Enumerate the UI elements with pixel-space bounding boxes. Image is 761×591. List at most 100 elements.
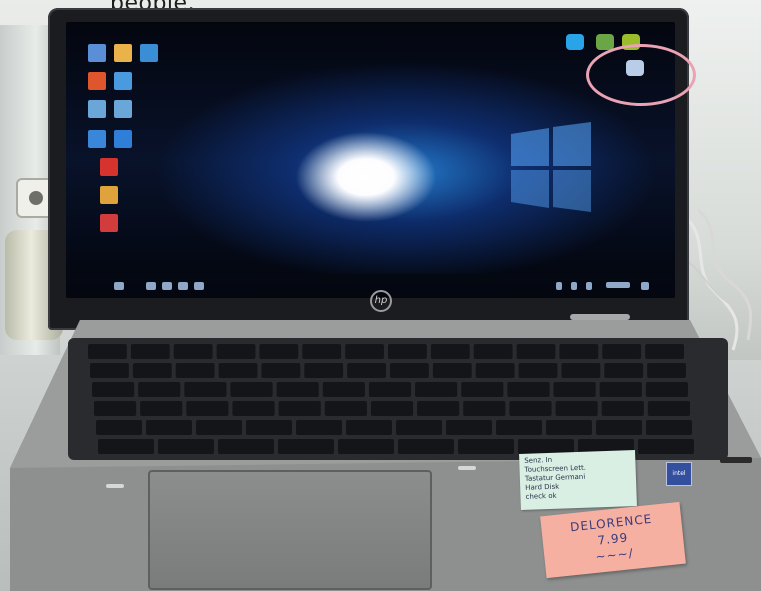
keyboard-key bbox=[347, 363, 386, 378]
search-icon[interactable] bbox=[146, 282, 156, 290]
keyboard-key bbox=[518, 363, 558, 378]
keyboard-key bbox=[555, 401, 598, 416]
keyboard-key bbox=[230, 382, 273, 397]
keyboard-key bbox=[475, 363, 515, 378]
network-icon[interactable] bbox=[571, 282, 577, 290]
keyboard-key bbox=[647, 401, 690, 416]
keyboard-key bbox=[175, 363, 215, 378]
keyboard-key bbox=[218, 439, 274, 454]
keyboard-key bbox=[196, 420, 242, 435]
keyboard-key bbox=[417, 401, 460, 416]
keyboard-key bbox=[645, 382, 688, 397]
keyboard-key bbox=[396, 420, 442, 435]
keyboard-key bbox=[216, 344, 256, 359]
folder-icon[interactable] bbox=[114, 44, 132, 62]
keyboard-key bbox=[261, 363, 301, 378]
keyboard-key bbox=[602, 344, 642, 359]
highlight-circle bbox=[586, 44, 696, 106]
keyboard-key bbox=[388, 344, 427, 359]
keyboard-key bbox=[296, 420, 342, 435]
status-led bbox=[458, 466, 476, 470]
keyboard-key bbox=[146, 420, 192, 435]
start-icon[interactable] bbox=[114, 282, 124, 290]
app-icon[interactable] bbox=[114, 72, 132, 90]
app-icon[interactable] bbox=[114, 100, 132, 118]
card-slot bbox=[720, 457, 752, 463]
keyboard-key bbox=[646, 420, 692, 435]
edge-icon[interactable] bbox=[114, 130, 132, 148]
keyboard-key bbox=[415, 382, 458, 397]
chrome-icon[interactable] bbox=[100, 186, 118, 204]
app-icon[interactable] bbox=[100, 214, 118, 232]
folder-icon[interactable] bbox=[194, 282, 204, 290]
keyboard-key bbox=[276, 382, 319, 397]
keyboard-key bbox=[446, 420, 492, 435]
keyboard-key bbox=[345, 344, 384, 359]
keyboard-key bbox=[473, 344, 513, 359]
keyboard-key bbox=[259, 344, 299, 359]
keyboard-key bbox=[601, 401, 644, 416]
tray-up-icon[interactable] bbox=[556, 282, 562, 290]
keyboard-key bbox=[278, 439, 334, 454]
keyboard-key bbox=[546, 420, 592, 435]
keyboard-key bbox=[430, 344, 470, 359]
keyboard-key bbox=[322, 382, 365, 397]
keyboard-key bbox=[398, 439, 454, 454]
keyboard-key bbox=[302, 344, 342, 359]
edge-icon[interactable] bbox=[178, 282, 188, 290]
keyboard-key bbox=[599, 382, 642, 397]
keyboard-key bbox=[304, 363, 344, 378]
keyboard-key bbox=[88, 344, 127, 359]
keyboard-key bbox=[173, 344, 213, 359]
keyboard-key bbox=[232, 401, 275, 416]
keyboard-key bbox=[647, 363, 686, 378]
keyboard-key bbox=[130, 344, 170, 359]
windows-logo bbox=[511, 122, 591, 212]
keyboard-key bbox=[184, 382, 227, 397]
keyboard-key bbox=[346, 420, 392, 435]
touchpad bbox=[148, 470, 432, 590]
keyboard-key bbox=[604, 363, 644, 378]
green-sticky-note: Senz. In Touchscreen Lett. Tastatur Germ… bbox=[519, 449, 637, 511]
task-view-icon[interactable] bbox=[162, 282, 172, 290]
keyboard-key bbox=[96, 420, 142, 435]
keyboard-key bbox=[458, 439, 514, 454]
keys bbox=[88, 344, 694, 454]
keyboard-key bbox=[507, 382, 550, 397]
keyboard-key bbox=[138, 382, 181, 397]
ie-icon[interactable] bbox=[88, 130, 106, 148]
keyboard-key bbox=[463, 401, 506, 416]
this-pc-icon[interactable] bbox=[88, 44, 106, 62]
keyboard-key bbox=[432, 363, 472, 378]
keyboard-key bbox=[94, 401, 137, 416]
clock-icon[interactable] bbox=[606, 282, 630, 288]
keyboard-key bbox=[645, 344, 684, 359]
app-icon[interactable] bbox=[100, 158, 118, 176]
keyboard-key bbox=[98, 439, 154, 454]
keyboard-key bbox=[370, 401, 414, 416]
keyboard-key bbox=[509, 401, 552, 416]
keyboard-key bbox=[368, 382, 412, 397]
app-icon[interactable] bbox=[88, 100, 106, 118]
keyboard-key bbox=[92, 382, 135, 397]
keyboard-key bbox=[338, 439, 394, 454]
notification-icon[interactable] bbox=[641, 282, 649, 290]
skype-icon[interactable] bbox=[566, 34, 584, 50]
network-icon[interactable] bbox=[140, 44, 158, 62]
keyboard-key bbox=[561, 363, 601, 378]
keyboard-key bbox=[390, 363, 429, 378]
keyboard-key bbox=[90, 363, 129, 378]
volume-icon[interactable] bbox=[586, 282, 592, 290]
keyboard-key bbox=[638, 439, 694, 454]
office-icon[interactable] bbox=[88, 72, 106, 90]
keyboard-key bbox=[246, 420, 292, 435]
keyboard-key bbox=[278, 401, 321, 416]
intel-badge: intel bbox=[666, 462, 692, 486]
keyboard-key bbox=[140, 401, 183, 416]
keyboard-key bbox=[324, 401, 367, 416]
keyboard-key bbox=[496, 420, 542, 435]
keyboard-key bbox=[186, 401, 229, 416]
keyboard-key bbox=[132, 363, 172, 378]
keyboard-key bbox=[461, 382, 504, 397]
keyboard-key bbox=[553, 382, 596, 397]
